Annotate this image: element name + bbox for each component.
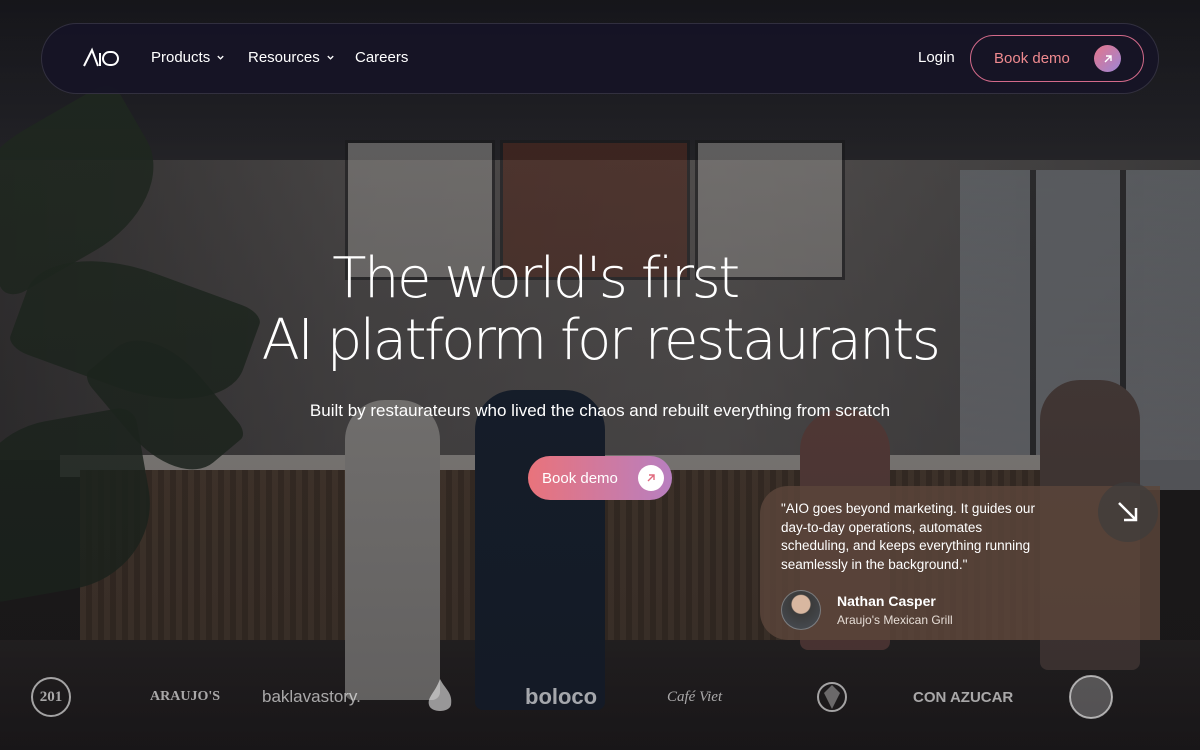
aio-logo[interactable] [82,46,120,70]
avatar [781,590,821,630]
login-link[interactable]: Login [918,49,955,66]
testimonial-name: Nathan Casper [837,593,936,609]
logo-201: 201 [31,677,71,717]
chevron-down-icon [327,55,334,60]
mascot-logo-icon [812,672,852,722]
nav-products-label: Products [151,49,211,66]
nav-book-demo-label: Book demo [994,50,1070,67]
arrow-down-right-icon [1118,502,1138,522]
logo-araujos: ARAUJO'S [150,689,221,704]
arrow-up-right-icon [638,465,664,491]
chevron-down-icon [217,55,224,60]
nav-resources-label: Resources [248,49,320,66]
hero-title-line2: AI platform for restaurants [261,308,941,373]
hero-title: The world's first AI platform for restau… [0,248,1200,372]
testimonial-quote: "AIO goes beyond marketing. It guides ou… [781,501,1035,572]
hero-book-demo-label: Book demo [542,469,618,487]
logo-con-azucar: CON AZUCAR [913,688,1014,706]
hero-subtitle: Built by restaurateurs who lived the cha… [309,401,891,420]
flame-logo-icon [420,672,460,722]
logo-baklavastory: baklavastory. [262,687,361,706]
hero-book-demo-button[interactable]: Book demo [528,456,672,500]
customer-logos: 201 ARAUJO'S baklavastory. boloco Café V… [0,672,1200,728]
logo-boloco: boloco [525,684,598,709]
nav-products[interactable]: Products [151,49,225,66]
nav-book-demo-button[interactable]: Book demo [970,35,1144,82]
nav-careers[interactable]: Careers [355,49,408,66]
nav-resources[interactable]: Resources [248,49,335,66]
top-nav: Products Resources Careers Login Book de… [41,23,1159,94]
logo-cafe-viet: Café Viet [667,688,723,705]
testimonial-business: Araujo's Mexican Grill [837,613,953,627]
nav-careers-label: Careers [355,49,409,66]
arrow-up-right-icon [1094,45,1121,72]
testimonial-next-button[interactable] [1098,482,1158,542]
round-badge-logo-icon [1068,672,1114,722]
hero-title-line1: The world's first [332,246,740,311]
